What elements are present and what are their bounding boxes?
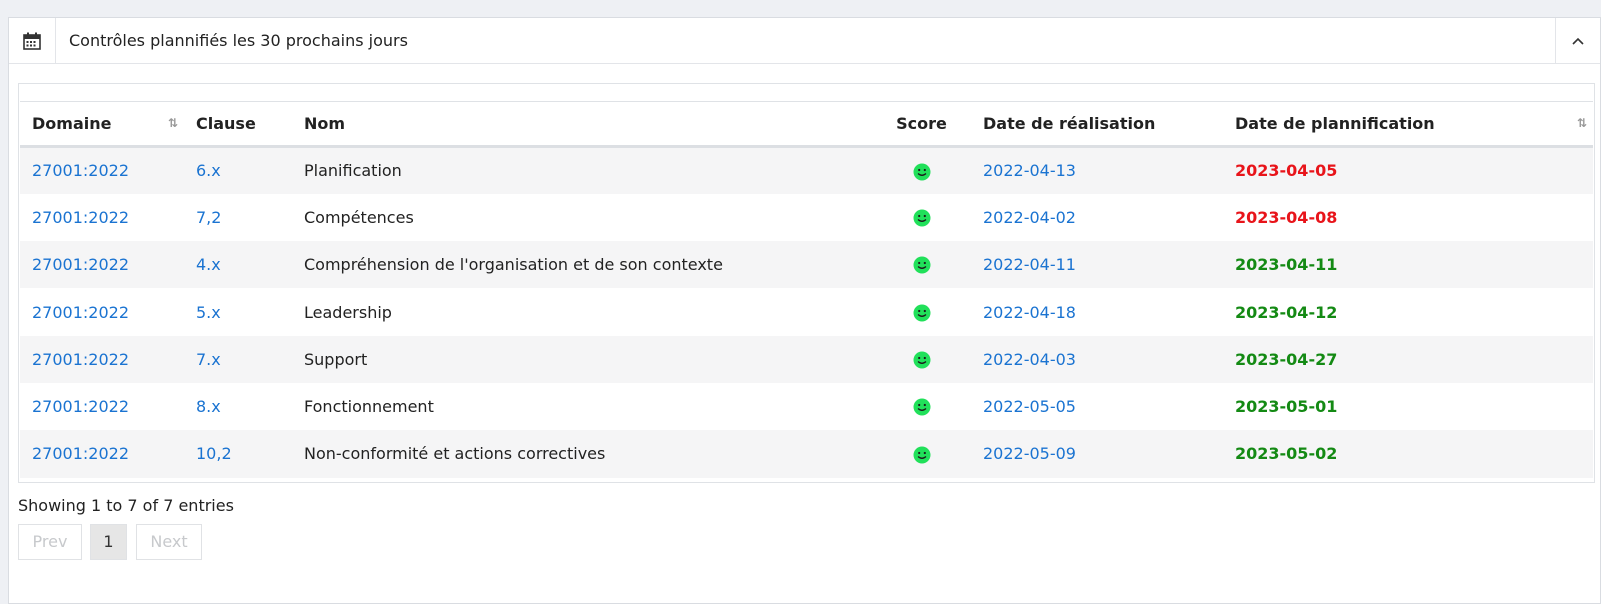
smiley-icon <box>913 446 931 464</box>
clause-link[interactable]: 5.x <box>196 303 221 322</box>
table-row: 27001:2022 7.x Support 2022-04-03 2023-0… <box>20 335 1593 383</box>
smiley-icon <box>913 398 931 416</box>
clause-link[interactable]: 7.x <box>196 350 221 369</box>
planned-controls-panel: Contrôles plannifiés les 30 prochains jo… <box>8 17 1601 604</box>
table-body: 27001:2022 6.x Planification 2022-04-13 … <box>20 146 1593 478</box>
col-header-domaine[interactable]: Domaine ⇅ <box>20 101 184 148</box>
table-container: Domaine ⇅ Clause Nom Score Date de réali… <box>18 83 1595 483</box>
col-label: Domaine <box>32 114 112 133</box>
smiley-icon <box>913 209 931 227</box>
realisation-date-link[interactable]: 2022-04-03 <box>983 350 1076 369</box>
clause-link[interactable]: 10,2 <box>196 444 232 463</box>
control-name: Compréhension de l'organisation et de so… <box>304 255 723 275</box>
col-label: Score <box>896 114 947 133</box>
table-row: 27001:2022 4.x Compréhension de l'organi… <box>20 241 1593 289</box>
realisation-date-link[interactable]: 2022-04-02 <box>983 208 1076 227</box>
clause-link[interactable]: 8.x <box>196 397 221 416</box>
realisation-date-link[interactable]: 2022-04-13 <box>983 161 1076 180</box>
col-label: Date de plannification <box>1235 114 1435 133</box>
col-label: Date de réalisation <box>983 114 1156 133</box>
planned-date: 2023-05-01 <box>1235 397 1338 417</box>
col-header-plannification[interactable]: Date de plannification ⇅ <box>1223 101 1593 148</box>
domain-link[interactable]: 27001:2022 <box>32 161 129 180</box>
domain-link[interactable]: 27001:2022 <box>32 350 129 369</box>
clause-link[interactable]: 7,2 <box>196 208 221 227</box>
control-name: Compétences <box>304 207 414 227</box>
col-label: Clause <box>196 114 256 133</box>
controls-table: Domaine ⇅ Clause Nom Score Date de réali… <box>20 101 1593 478</box>
table-row: 27001:2022 7,2 Compétences 2022-04-02 20… <box>20 194 1593 241</box>
table-row: 27001:2022 10,2 Non-conformité et action… <box>20 430 1593 478</box>
domain-link[interactable]: 27001:2022 <box>32 444 129 463</box>
col-label: Nom <box>304 114 346 133</box>
planned-date: 2023-05-02 <box>1235 444 1338 464</box>
planned-date: 2023-04-12 <box>1235 302 1338 322</box>
table-info: Showing 1 to 7 of 7 entries <box>18 496 234 515</box>
planned-date: 2023-04-11 <box>1235 255 1338 275</box>
panel-header: Contrôles plannifiés les 30 prochains jo… <box>9 18 1600 64</box>
table-row: 27001:2022 5.x Leadership 2022-04-18 202… <box>20 288 1593 335</box>
control-name: Leadership <box>304 302 392 322</box>
domain-link[interactable]: 27001:2022 <box>32 303 129 322</box>
clause-link[interactable]: 6.x <box>196 161 221 180</box>
planned-date: 2023-04-05 <box>1235 161 1338 181</box>
domain-link[interactable]: 27001:2022 <box>32 208 129 227</box>
calendar-icon <box>9 18 56 63</box>
table-header-row: Domaine ⇅ Clause Nom Score Date de réali… <box>20 101 1593 148</box>
clause-link[interactable]: 4.x <box>196 255 221 274</box>
collapse-toggle[interactable] <box>1555 18 1600 63</box>
smiley-icon <box>913 256 931 274</box>
col-header-clause[interactable]: Clause <box>184 101 292 148</box>
col-header-nom[interactable]: Nom <box>292 101 872 148</box>
control-name: Fonctionnement <box>304 397 434 417</box>
realisation-date-link[interactable]: 2022-04-11 <box>983 255 1076 274</box>
smiley-icon <box>913 163 931 181</box>
planned-date: 2023-04-27 <box>1235 349 1338 369</box>
table-row: 27001:2022 8.x Fonctionnement 2022-05-05… <box>20 383 1593 430</box>
realisation-date-link[interactable]: 2022-04-18 <box>983 303 1076 322</box>
next-button[interactable]: Next <box>136 524 202 560</box>
planned-date: 2023-04-08 <box>1235 207 1338 227</box>
control-name: Non-conformité et actions correctives <box>304 444 606 464</box>
control-name: Planification <box>304 161 402 181</box>
smiley-icon <box>913 304 931 322</box>
smiley-icon <box>913 351 931 369</box>
page-1-button[interactable]: 1 <box>90 524 127 560</box>
col-header-realisation[interactable]: Date de réalisation <box>971 101 1223 148</box>
panel-title: Contrôles plannifiés les 30 prochains jo… <box>69 31 408 50</box>
domain-link[interactable]: 27001:2022 <box>32 255 129 274</box>
table-row: 27001:2022 6.x Planification 2022-04-13 … <box>20 146 1593 194</box>
prev-button[interactable]: Prev <box>18 524 82 560</box>
realisation-date-link[interactable]: 2022-05-09 <box>983 444 1076 463</box>
domain-link[interactable]: 27001:2022 <box>32 397 129 416</box>
realisation-date-link[interactable]: 2022-05-05 <box>983 397 1076 416</box>
sort-icon: ⇅ <box>1576 116 1587 130</box>
col-header-score[interactable]: Score <box>872 101 971 148</box>
control-name: Support <box>304 349 368 369</box>
chevron-up-icon <box>1572 37 1584 45</box>
sort-icon: ⇅ <box>167 116 178 130</box>
